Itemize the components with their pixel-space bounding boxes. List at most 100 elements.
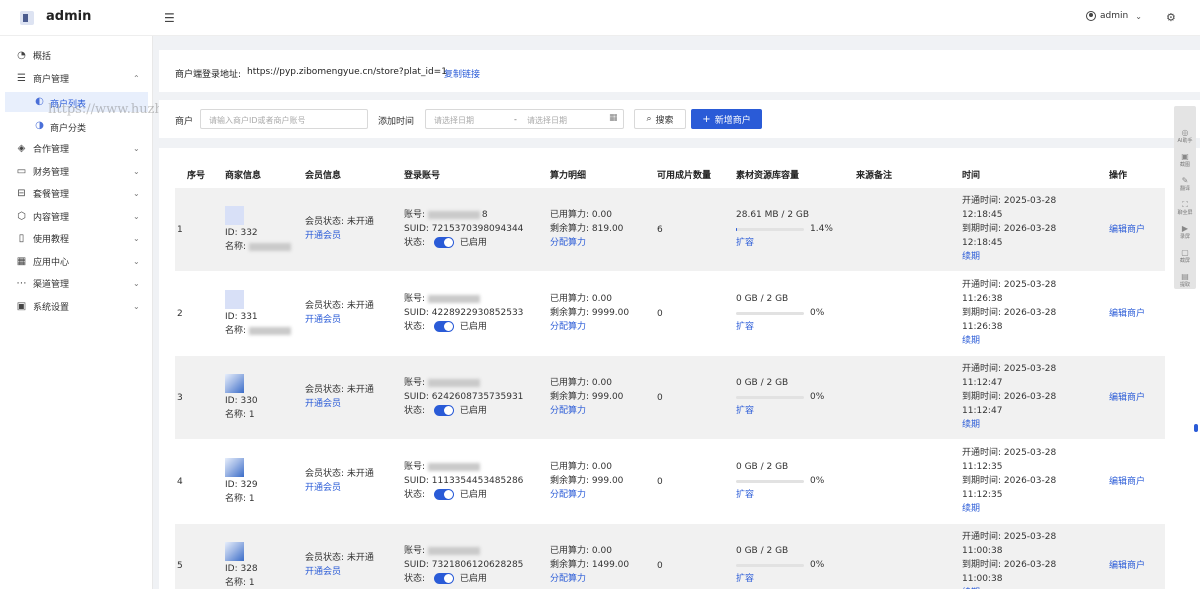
expire-time-label: 到期时间: [962,308,1004,318]
allocate-compute-link[interactable]: 分配算力 [550,320,586,334]
menu-toggle-icon[interactable]: ☰ [164,11,175,25]
floating-tool-2[interactable]: ✎ 翻译 [1174,176,1196,194]
expire-time: 到期时间: 2026-03-28 [962,306,1056,320]
sidebar-item-5[interactable]: ⬡ 内容管理 ⌄ [0,206,153,226]
expand-storage-link[interactable]: 扩容 [736,488,754,502]
available-films: 0 [657,393,663,403]
start-date-input[interactable]: 请选择日期 [434,115,474,126]
status-toggle[interactable] [433,405,454,416]
edit-merchant-link[interactable]: 编辑商户 [1109,391,1145,405]
login-suid-value: 7215370398094344 [431,224,524,234]
sidebar-item-2[interactable]: ◈ 合作管理 ⌄ [0,138,153,158]
user-name: admin [1100,11,1129,21]
floating-tool-0[interactable]: ◎ AI助手 [1174,128,1196,146]
sidebar-item-0[interactable]: ◔ 概括 [0,45,153,65]
search-button[interactable]: ⌕ 搜索 [634,109,686,129]
redacted-account [427,378,480,387]
renew-link[interactable]: 续期 [962,418,980,432]
merchant-search-input[interactable]: 请输入商户ID或者商户账号 [200,109,368,129]
allocate-compute-link[interactable]: 分配算力 [550,236,586,250]
open-member-link[interactable]: 开通会员 [305,313,341,327]
status-toggle[interactable] [433,321,454,332]
allocate-compute-link[interactable]: 分配算力 [550,404,586,418]
remaining-compute-label: 剩余算力: [550,476,592,486]
status-toggle[interactable] [433,489,454,500]
edit-merchant-link[interactable]: 编辑商户 [1109,475,1145,489]
storage-percent: 1.4% [810,224,833,234]
end-date-input[interactable]: 请选择日期 [527,115,567,126]
edit-merchant-link[interactable]: 编辑商户 [1109,307,1145,321]
allocate-compute-link[interactable]: 分配算力 [550,488,586,502]
date-range-picker[interactable]: 请选择日期 - 请选择日期 ▦ [425,109,624,129]
member-status: 会员状态: 未开通 [305,299,374,313]
scrollbar-thumb[interactable] [1194,424,1198,432]
sidebar-item-3[interactable]: ▭ 财务管理 ⌄ [0,161,153,181]
expire-time-clock: 11:12:47 [962,406,1003,416]
renew-link[interactable]: 续期 [962,334,980,348]
sidebar-item-8[interactable]: ⋯ 渠道管理 ⌄ [0,273,153,293]
edit-merchant-link[interactable]: 编辑商户 [1109,223,1145,237]
open-time-clock: 11:00:38 [962,546,1003,556]
user-avatar-icon [1086,11,1096,21]
member-status-label: 会员状态: [305,469,347,479]
allocate-compute-link[interactable]: 分配算力 [550,572,586,586]
remaining-compute-value: 819.00 [591,224,624,234]
expire-time-value: 2026-03-28 [1003,560,1057,570]
available-films: 0 [657,477,663,487]
sidebar-item-4[interactable]: ⊟ 套餐管理 ⌄ [0,183,153,203]
user-menu[interactable]: admin ⌄ [1086,11,1142,21]
floating-tool-icon: ◎ [1181,128,1189,137]
expand-storage-link[interactable]: 扩容 [736,236,754,250]
open-member-link[interactable]: 开通会员 [305,229,341,243]
floating-tool-6[interactable]: ▤ 提取 [1174,272,1196,290]
sidebar-item-6[interactable]: ▯ 使用教程 ⌄ [0,228,153,248]
renew-link[interactable]: 续期 [962,250,980,264]
add-merchant-button[interactable]: + 新增商户 [691,109,762,129]
sidebar-item-label: 套餐管理 [33,189,70,200]
storage-capacity: 0 GB / 2 GB [736,546,789,556]
remaining-compute-label: 剩余算力: [550,392,592,402]
sidebar-item-7[interactable]: ▦ 应用中心 ⌄ [0,251,153,271]
column-header: 商家信息 [225,171,262,181]
merchant-name-value: 1 [248,578,255,588]
floating-tool-icon: ▤ [1181,272,1189,281]
floating-tool-label: 截图 [1179,162,1190,168]
redacted-name [248,326,291,335]
floating-tool-3[interactable]: ⛶ 聊全屏 [1174,200,1196,218]
open-time-clock: 12:18:45 [962,210,1003,220]
open-member-link[interactable]: 开通会员 [305,565,341,579]
sidebar-item-9[interactable]: ▣ 系统设置 ⌄ [0,296,153,316]
sidebar-item-1[interactable]: ☰ 商户管理 ⌃ [0,68,153,88]
status-toggle[interactable] [433,237,454,248]
open-member-link[interactable]: 开通会员 [305,397,341,411]
expire-time-value: 2026-03-28 [1003,392,1057,402]
sidebar-subitem-1[interactable]: ◑ 商户分类 [5,116,148,136]
member-status-value: 未开通 [346,301,374,311]
login-status-label: 状态: [404,490,428,500]
login-suid: SUID: 7321806120628285 [404,558,523,572]
login-suid: SUID: 6242608735735931 [404,390,523,404]
member-status-value: 未开通 [346,217,374,227]
expand-storage-link[interactable]: 扩容 [736,404,754,418]
floating-tool-5[interactable]: ▢ 截屏 [1174,248,1196,266]
renew-link[interactable]: 续期 [962,502,980,516]
date-filter-label: 添加时间 [378,117,415,127]
expand-storage-link[interactable]: 扩容 [736,320,754,334]
sidebar-item-label: 合作管理 [33,144,70,155]
used-compute-label: 已用算力: [550,378,592,388]
login-status-label: 状态: [404,406,428,416]
chevron-down-icon: ⌄ [133,256,140,266]
expand-storage-link[interactable]: 扩容 [736,572,754,586]
status-toggle[interactable] [433,573,454,584]
open-time-label: 开通时间: [962,364,1004,374]
floating-tool-1[interactable]: ▣ 截图 [1174,152,1196,170]
floating-tool-label: 聊全屏 [1177,210,1193,216]
user-icon: ◐ [35,96,44,107]
copy-link-button[interactable]: 复制链接 [444,67,480,80]
edit-merchant-link[interactable]: 编辑商户 [1109,559,1145,573]
login-account-label: 账号: [404,462,428,472]
settings-gear-icon[interactable]: ⚙ [1166,11,1176,24]
floating-tool-4[interactable]: ▶ 录屏 [1174,224,1196,242]
open-member-link[interactable]: 开通会员 [305,481,341,495]
remaining-compute-label: 剩余算力: [550,560,592,570]
